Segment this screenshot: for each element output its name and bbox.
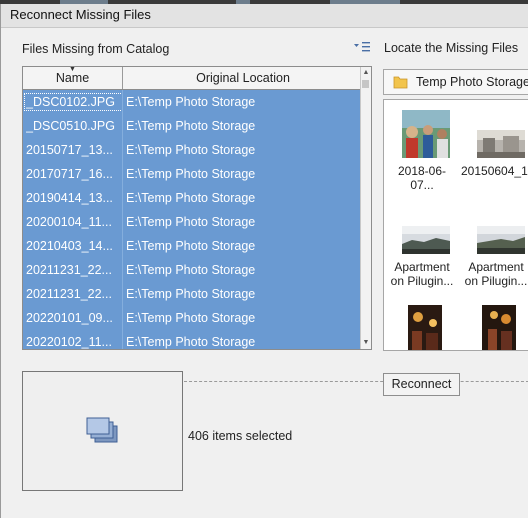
file-location-cell: E:\Temp Photo Storage [126,95,256,109]
column-header-name[interactable]: ▼ Name [23,67,123,89]
file-name-cell: 20150717_13... [26,143,113,157]
thumbnail-item[interactable] [461,305,528,350]
file-location-cell: E:\Temp Photo Storage [126,119,256,133]
selection-preview [22,371,183,491]
table-body: _DSC0102.JPG E:\Temp Photo Storage _DSC05… [23,90,363,349]
table-row[interactable]: 20220101_09... E:\Temp Photo Storage [23,306,363,330]
scrollbar-thumb[interactable] [362,80,369,88]
thumbnail-item[interactable]: Apartment on Pilugin... [461,226,528,296]
table-row[interactable]: 20210403_14... E:\Temp Photo Storage [23,234,363,258]
thumbnail-item[interactable]: Apartment on Pilugin... [387,226,457,296]
photo-night-icon [408,305,442,350]
table-row[interactable]: _DSC0102.JPG E:\Temp Photo Storage [23,90,363,114]
table-row[interactable]: 20170717_16... E:\Temp Photo Storage [23,162,363,186]
missing-files-table: ▼ Name Original Location _DSC0102.JPG E:\… [22,66,372,350]
selection-count: 406 items selected [188,429,293,443]
missing-files-heading: Files Missing from Catalog [22,42,170,56]
sort-menu-icon[interactable] [353,40,371,54]
stacked-photos-icon [86,417,118,443]
folder-name: Temp Photo Storage [416,75,528,89]
file-name-cell: 20220101_09... [26,311,113,325]
folder-icon [393,76,408,89]
locate-files-heading: Locate the Missing Files [384,41,519,55]
table-row[interactable]: 20211231_22... E:\Temp Photo Storage [23,282,363,306]
photo-night-icon [482,305,516,350]
photo-room-icon [477,130,525,158]
file-name-cell: 20211231_22... [26,287,112,301]
folder-select[interactable]: Temp Photo Storage [383,69,528,95]
scroll-up-icon[interactable]: ▲ [361,67,371,79]
table-row[interactable]: 20150717_13... E:\Temp Photo Storage [23,138,363,162]
thumbnail-caption: Apartment on Pilugin... [390,260,454,288]
thumbnail-caption: 2018-06-07... [397,164,447,192]
separator-line [184,381,528,382]
sort-descending-icon: ▼ [69,66,76,73]
thumbnail-caption: 20150604_1... [461,164,528,178]
file-location-cell: E:\Temp Photo Storage [126,263,256,277]
file-name-cell: 20200104_11... [26,215,112,229]
photo-sky-icon [477,226,525,254]
file-location-cell: E:\Temp Photo Storage [126,239,256,253]
file-name-cell: 20211231_22... [26,263,112,277]
reconnect-missing-files-dialog: Reconnect Missing Files Files Missing fr… [0,4,528,518]
dialog-titlebar[interactable]: Reconnect Missing Files [1,4,528,28]
thumbnail-item[interactable]: 20150604_1... [461,110,528,180]
column-divider [122,90,123,349]
thumbnail-item[interactable] [387,305,457,350]
file-location-cell: E:\Temp Photo Storage [126,143,256,157]
file-name-cell: _DSC0510.JPG [26,119,115,133]
reconnect-button[interactable]: Reconnect [383,373,460,396]
column-header-original-location[interactable]: Original Location [123,67,363,89]
folder-thumbnail-browser: 2018-06-07... 20150604_1... Apartment on… [383,99,528,351]
file-name-cell: _DSC0102.JPG [24,93,123,111]
file-location-cell: E:\Temp Photo Storage [126,311,256,325]
file-name-cell: 20190414_13... [26,191,113,205]
scroll-down-icon[interactable]: ▼ [361,337,371,349]
file-location-cell: E:\Temp Photo Storage [126,167,256,181]
table-row[interactable]: 20200104_11... E:\Temp Photo Storage [23,210,363,234]
table-row[interactable]: 20190414_13... E:\Temp Photo Storage [23,186,363,210]
table-row[interactable]: _DSC0510.JPG E:\Temp Photo Storage [23,114,363,138]
thumbnail-item[interactable]: 2018-06-07... [387,110,457,192]
file-location-cell: E:\Temp Photo Storage [126,215,256,229]
file-name-cell: 20170717_16... [26,167,113,181]
photo-sky-icon [402,226,450,254]
table-header: ▼ Name Original Location [23,67,363,90]
file-location-cell: E:\Temp Photo Storage [126,191,256,205]
table-row[interactable]: 20211231_22... E:\Temp Photo Storage [23,258,363,282]
photo-people-icon [402,110,450,158]
dialog-title: Reconnect Missing Files [10,7,151,22]
table-row[interactable]: 20220102_11... E:\Temp Photo Storage [23,330,363,349]
thumbnail-caption: Apartment on Pilugin... [464,260,528,288]
file-name-cell: 20210403_14... [26,239,113,253]
table-vertical-scrollbar[interactable]: ▲ ▼ [360,67,371,349]
file-location-cell: E:\Temp Photo Storage [126,335,256,349]
file-location-cell: E:\Temp Photo Storage [126,287,256,301]
file-name-cell: 20220102_11... [26,335,112,349]
